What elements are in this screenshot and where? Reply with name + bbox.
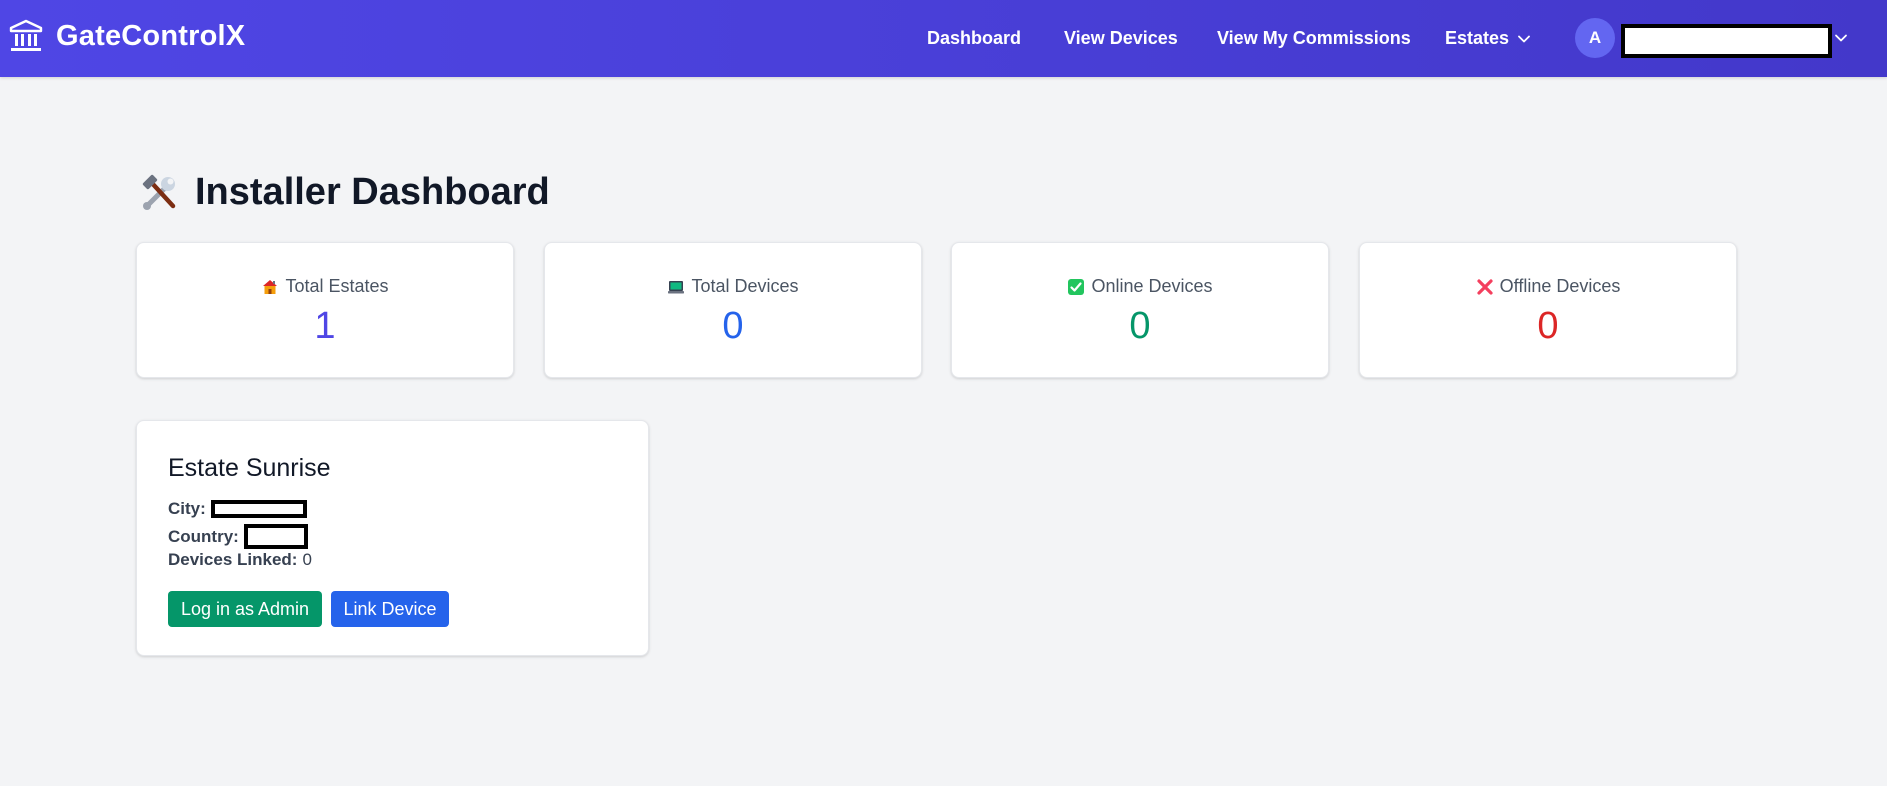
- brand-logo-link[interactable]: GateControlX: [8, 18, 245, 54]
- devices-linked-label: Devices Linked:: [168, 550, 298, 569]
- stat-label: Offline Devices: [1499, 276, 1621, 296]
- stat-value: 0: [1129, 305, 1151, 347]
- city-label: City:: [168, 499, 206, 518]
- estate-city-row: City:: [168, 499, 307, 519]
- nav-view-commissions-link[interactable]: View My Commissions: [1217, 28, 1411, 49]
- devices-linked-value: 0: [302, 550, 312, 569]
- estate-name: Estate Sunrise: [168, 454, 331, 482]
- country-label: Country:: [168, 526, 239, 546]
- chevron-down-icon: [1518, 35, 1530, 42]
- stat-card-offline-devices: Offline Devices 0: [1359, 242, 1737, 378]
- link-device-button[interactable]: Link Device: [331, 591, 449, 627]
- building-columns-icon: [9, 19, 43, 51]
- house-icon: [263, 279, 278, 294]
- stat-card-online-devices: Online Devices 0: [951, 242, 1329, 378]
- user-avatar[interactable]: A: [1575, 18, 1615, 58]
- nav-estates-dropdown[interactable]: Estates: [1445, 28, 1531, 49]
- nav-estates-label: Estates: [1445, 28, 1510, 48]
- check-box-icon: [1068, 278, 1085, 295]
- stat-value: 1: [314, 305, 336, 347]
- city-value-redacted: [210, 500, 307, 518]
- estate-devices-row: Devices Linked: 0: [168, 550, 312, 570]
- user-name-redacted[interactable]: [1621, 24, 1832, 58]
- stat-value: 0: [1537, 305, 1559, 347]
- brand-name: GateControlX: [56, 19, 246, 52]
- page-title-text: Installer Dashboard: [195, 171, 550, 213]
- login-as-admin-button[interactable]: Log in as Admin: [168, 591, 322, 627]
- hammer-wrench-icon: [142, 174, 176, 210]
- stat-label: Total Devices: [691, 276, 799, 296]
- page-title: Installer Dashboard: [139, 171, 550, 214]
- avatar-initial: A: [1588, 28, 1602, 47]
- stat-label: Total Estates: [285, 276, 389, 296]
- top-navbar: GateControlX Dashboard View Devices View…: [0, 0, 1887, 77]
- estate-country-row: Country:: [168, 524, 308, 549]
- nav-view-devices-link[interactable]: View Devices: [1064, 28, 1178, 49]
- stat-card-total-devices: Total Devices 0: [544, 242, 922, 378]
- computer-icon: [668, 280, 685, 293]
- country-value-redacted: [243, 524, 308, 549]
- user-menu-chevron-icon[interactable]: [1834, 31, 1848, 45]
- nav-dashboard-link[interactable]: Dashboard: [927, 28, 1021, 49]
- stat-card-total-estates: Total Estates 1: [136, 242, 514, 378]
- estate-card: Estate Sunrise City: Country: Devices Li…: [136, 420, 649, 656]
- stat-value: 0: [722, 305, 744, 347]
- cross-icon: [1477, 278, 1493, 295]
- stat-label: Online Devices: [1091, 276, 1213, 296]
